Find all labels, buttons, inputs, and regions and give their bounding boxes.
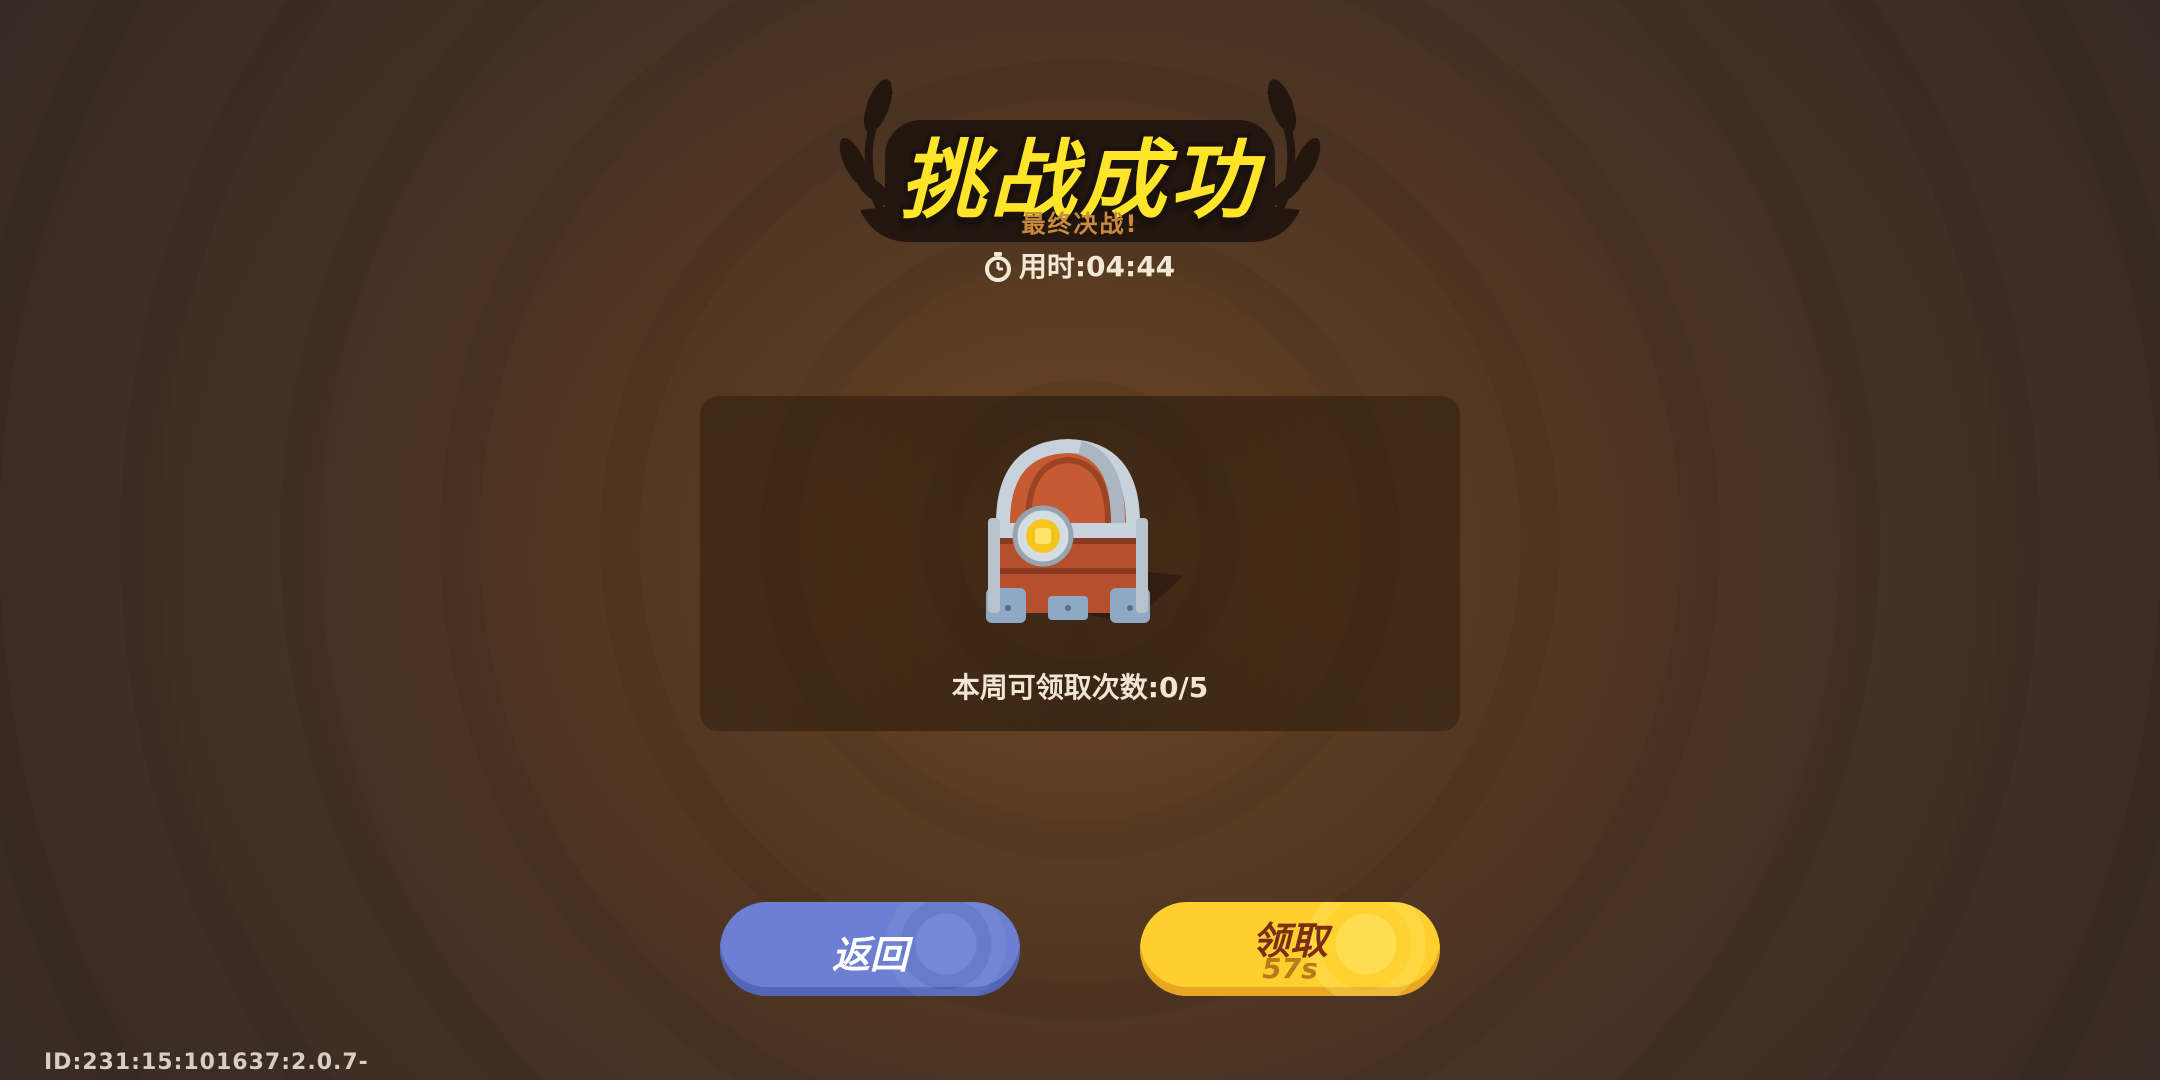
back-button-label: 返回: [831, 933, 908, 977]
build-id: ID:231:15:101637:2.0.7-: [44, 1050, 369, 1075]
elapsed-time: 用时:04:44: [0, 245, 2160, 289]
elapsed-time-label: 用时:04:44: [1018, 250, 1176, 283]
stage-subtitle: 最终决战!: [1021, 210, 1139, 238]
claim-countdown: 57s: [1262, 952, 1318, 985]
claim-button[interactable]: 领取 57s: [1140, 902, 1440, 996]
reward-panel: 本周可领取次数:0/5: [700, 396, 1460, 731]
stopwatch-icon: [984, 252, 1011, 289]
weekly-claims-count: 本周可领取次数:0/5: [951, 671, 1209, 704]
victory-banner: 挑战成功 最终决战!: [830, 70, 1330, 250]
back-button[interactable]: 返回: [720, 902, 1020, 996]
treasure-chest-icon: [968, 418, 1198, 652]
